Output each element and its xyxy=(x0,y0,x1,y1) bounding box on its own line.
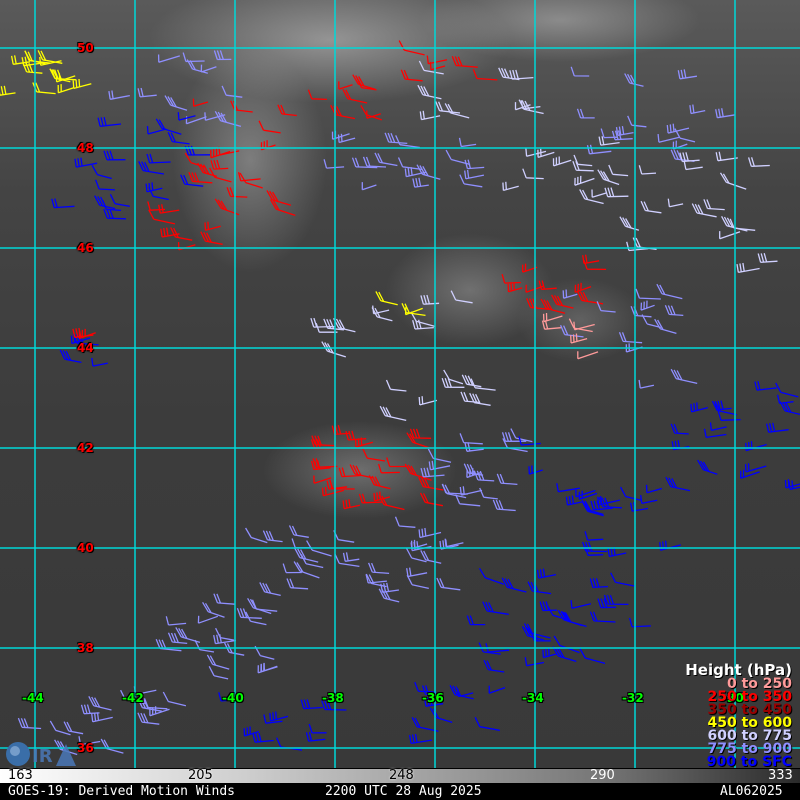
satellite-wind-map: 50 48 46 44 42 40 38 36 -44 -42 -40 -38 -36 -34 -32 -3… xyxy=(0,0,800,800)
latitude-label: 46 xyxy=(77,241,94,255)
svg-text:IR: IR xyxy=(32,746,53,767)
longitude-label: -32 xyxy=(622,691,644,705)
footer-bar: GOES-19: Derived Motion Winds 2200 UTC 2… xyxy=(0,783,800,800)
latitude-label: 50 xyxy=(77,41,94,55)
latitude-label: 38 xyxy=(77,641,94,655)
colorbar-tick: 248 xyxy=(389,768,414,783)
colorbar-tick: 290 xyxy=(590,768,615,783)
valid-time: 2200 UTC 28 Aug 2025 xyxy=(325,784,482,799)
longitude-label: -40 xyxy=(222,691,244,705)
longitude-label: -34 xyxy=(522,691,544,705)
longitude-label: -44 xyxy=(22,691,44,705)
latitude-label: 42 xyxy=(77,441,94,455)
storm-id: AL062025 xyxy=(720,784,783,799)
latitude-label: 48 xyxy=(77,141,94,155)
longitude-label: -36 xyxy=(422,691,444,705)
latitude-label: 40 xyxy=(77,541,94,555)
lat-lon-grid xyxy=(0,0,800,768)
longitude-label: -38 xyxy=(322,691,344,705)
longitude-label: -42 xyxy=(122,691,144,705)
latitude-label: 44 xyxy=(77,341,94,355)
height-legend: Height (hPa) 0 to 250 250 to 350 350 to … xyxy=(685,662,792,769)
cira-logo: IR xyxy=(6,742,76,767)
colorbar-tick: 205 xyxy=(188,768,213,783)
colorbar-tick: 333 xyxy=(768,768,793,783)
colorbar-tick: 163 xyxy=(8,768,33,783)
product-title: GOES-19: Derived Motion Winds xyxy=(8,784,235,799)
